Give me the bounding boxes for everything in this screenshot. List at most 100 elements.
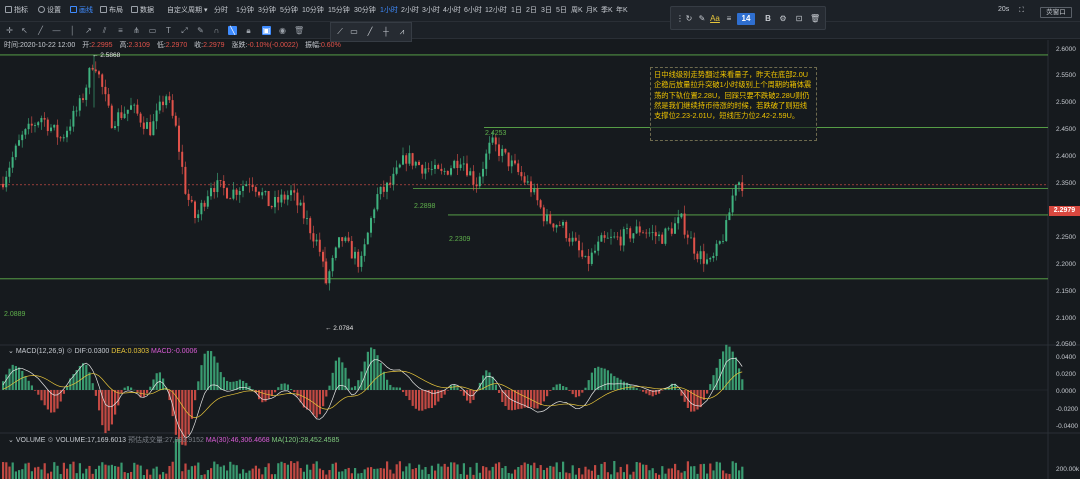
macd-histogram-bar	[606, 370, 609, 390]
candle-body	[629, 228, 632, 239]
analysis-note[interactable]: 日中线级别走势翻过来看量子，昨天在底部2.0U企稳后放量拉升突破1小时级别上个周…	[650, 67, 817, 141]
candle-body	[462, 163, 465, 165]
candle-body	[686, 234, 689, 238]
macd-histogram-bar	[734, 357, 737, 390]
macd-histogram-bar	[427, 390, 430, 409]
volume-bar	[597, 474, 600, 479]
candle-body	[664, 228, 667, 244]
volume-bar	[85, 468, 88, 479]
candle-body	[574, 237, 577, 241]
volume-bar	[21, 469, 24, 479]
candle-body	[555, 224, 558, 228]
macd-histogram-bar	[514, 390, 517, 410]
volume-bar	[8, 466, 11, 479]
price-axis-label: 2.4000	[1056, 153, 1076, 161]
price-axis-label: 2.4500	[1056, 126, 1076, 134]
volume-bar	[366, 467, 369, 479]
volume-bar	[114, 466, 117, 479]
chart-canvas[interactable]	[0, 0, 1080, 479]
volume-bar	[661, 466, 664, 479]
volume-bar	[331, 463, 334, 479]
candle-body	[382, 186, 385, 192]
collapse-icon[interactable]: ⌄	[8, 348, 14, 355]
macd-histogram-bar	[622, 381, 625, 390]
macd-settings-icon[interactable]: ⚙	[66, 348, 72, 355]
macd-histogram-bar	[498, 390, 501, 393]
candle-body	[306, 218, 308, 219]
macd-histogram-bar	[437, 390, 440, 402]
volume-bar	[587, 469, 590, 479]
candle-body	[110, 105, 113, 129]
macd-histogram-bar	[411, 390, 414, 406]
volume-bar	[395, 464, 398, 479]
volume-bar	[459, 474, 462, 479]
volume-bar	[40, 469, 43, 479]
candle-body	[408, 153, 411, 164]
volume-bar	[107, 465, 110, 479]
volume-bar	[338, 471, 341, 479]
candle-body	[171, 100, 174, 116]
macd-dea-line	[2, 370, 743, 419]
macd-histogram-bar	[229, 381, 232, 390]
macd-histogram-bar	[731, 351, 734, 390]
candle-body	[610, 236, 612, 238]
volume-bar	[318, 468, 321, 479]
volume-bar	[725, 473, 728, 479]
candle-body	[347, 237, 350, 242]
collapse-icon[interactable]: ⌄	[8, 437, 14, 444]
volume-bar	[728, 473, 731, 479]
candle-body	[683, 213, 686, 235]
macd-histogram-bar	[709, 384, 712, 390]
macd-histogram-bar	[104, 390, 107, 434]
candle-body	[264, 191, 267, 193]
macd-histogram-bar	[347, 378, 350, 390]
candle-body	[165, 96, 168, 106]
macd-histogram-bar	[187, 390, 190, 435]
candle-body	[123, 113, 126, 119]
candle-body	[530, 181, 532, 193]
candle-body	[293, 190, 296, 193]
volume-bar	[610, 474, 613, 479]
volume-bar	[322, 470, 325, 479]
candle-body	[341, 237, 344, 242]
candle-body	[584, 255, 587, 257]
volume-bar	[98, 465, 101, 479]
candle-body	[27, 123, 30, 130]
candle-body	[56, 124, 59, 138]
macd-histogram-bar	[466, 390, 469, 401]
macd-histogram-bar	[542, 390, 545, 402]
volume-bar	[526, 463, 529, 479]
macd-header: ⌄ MACD(12,26,9) ⚙ DIF:0.0300 DEA:0.0303 …	[8, 348, 198, 355]
macd-histogram-bar	[306, 390, 309, 410]
volume-bar	[133, 462, 136, 479]
volume-bar	[738, 470, 741, 479]
candle-body	[648, 232, 651, 234]
volume-bar	[174, 439, 177, 479]
candle-body	[661, 234, 664, 244]
volume-bar	[702, 463, 705, 479]
macd-histogram-bar	[34, 390, 37, 391]
macd-histogram-bar	[62, 390, 65, 394]
macd-histogram-bar	[219, 372, 222, 390]
macd-histogram-bar	[434, 390, 437, 406]
volume-bar	[152, 468, 155, 479]
candle-body	[232, 189, 235, 199]
volume-bar	[178, 439, 181, 479]
candle-body	[453, 160, 456, 169]
volume-bar	[363, 469, 366, 479]
volume-header: ⌄ VOLUME ⚙ VOLUME:17,169.6013 预估成交量:27,9…	[8, 437, 340, 444]
candle-body	[379, 186, 382, 195]
candle-body	[98, 71, 100, 75]
volume-settings-icon[interactable]: ⚙	[47, 437, 53, 444]
candle-body	[82, 98, 84, 100]
candle-body	[712, 255, 715, 258]
macd-histogram-bar	[584, 387, 587, 390]
macd-histogram-bar	[226, 380, 229, 390]
volume-bar	[382, 468, 385, 479]
volume-bar	[462, 463, 465, 479]
volume-bar	[5, 462, 8, 479]
candle-body	[546, 214, 548, 222]
volume-bar	[168, 466, 171, 479]
volume-bar	[648, 470, 651, 479]
volume-bar	[299, 468, 302, 479]
